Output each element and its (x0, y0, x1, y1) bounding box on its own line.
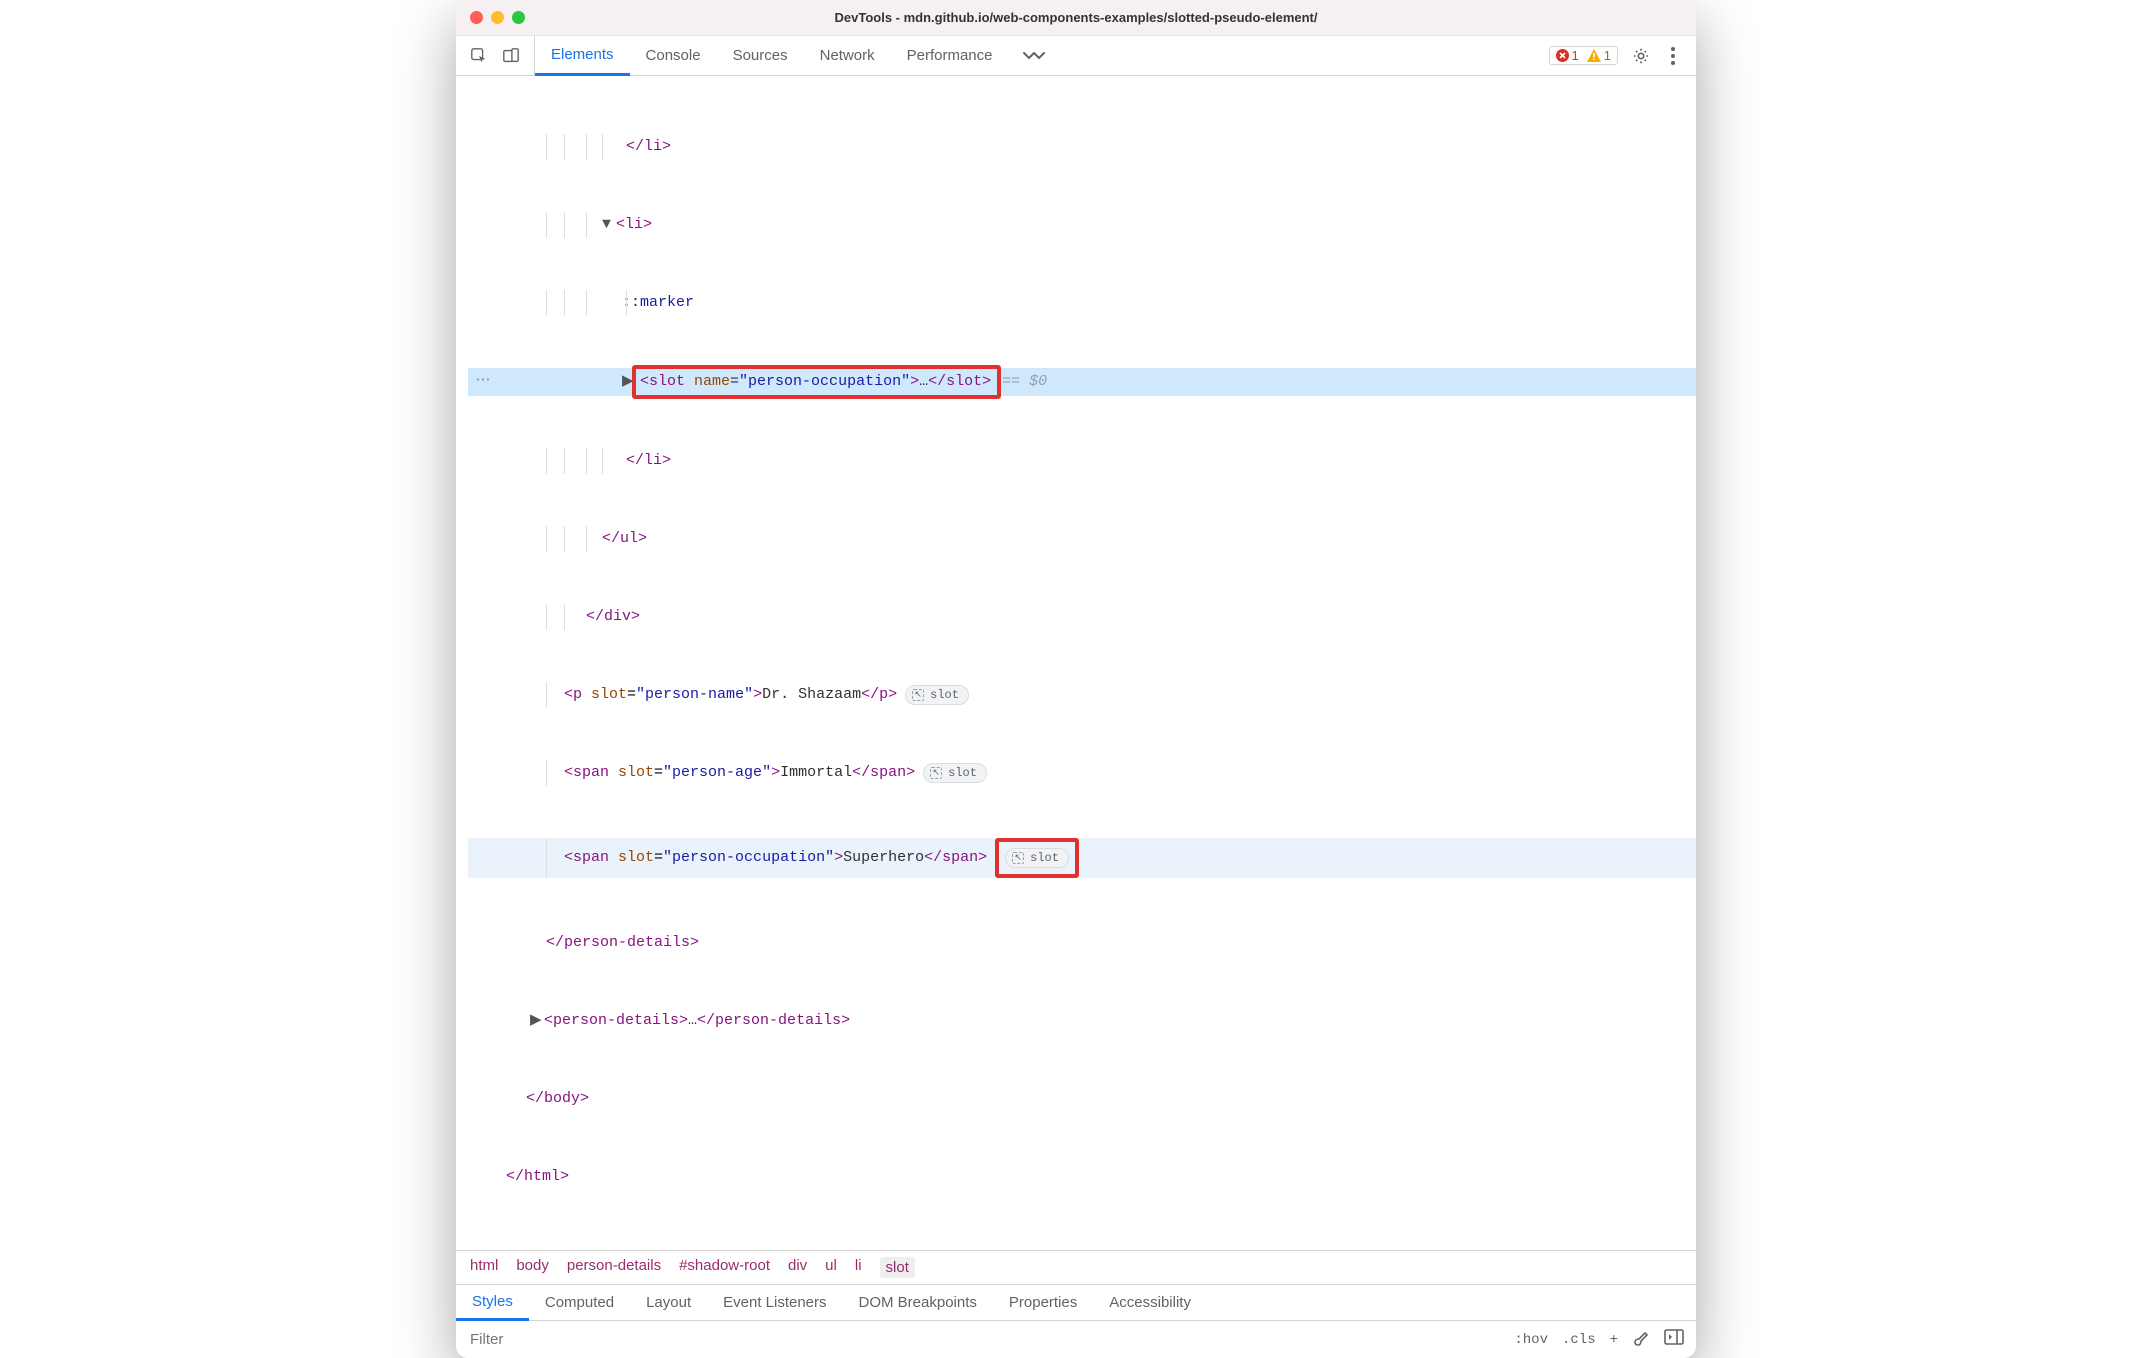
tab-console[interactable]: Console (630, 36, 717, 75)
new-style-rule-plus-icon[interactable]: + (1610, 1332, 1618, 1348)
breadcrumb-item-selected[interactable]: slot (880, 1257, 915, 1278)
dom-selected-line[interactable]: ⋯▶<slot name="person-occupation">…</slot… (468, 368, 1696, 396)
subtab-event-listeners[interactable]: Event Listeners (707, 1286, 842, 1319)
dom-line[interactable]: </div> (468, 604, 1696, 630)
hov-toggle[interactable]: :hov (1514, 1332, 1548, 1348)
error-count: 1 (1572, 48, 1579, 63)
breadcrumb-item[interactable]: ul (825, 1257, 837, 1278)
styles-filter-bar: :hov .cls + (456, 1320, 1696, 1358)
main-toolbar: Elements Console Sources Network Perform… (456, 36, 1696, 76)
minimize-window-button[interactable] (491, 11, 504, 24)
styles-subtabs: Styles Computed Layout Event Listeners D… (456, 1284, 1696, 1320)
devtools-window: DevTools - mdn.github.io/web-components-… (456, 0, 1696, 1358)
breadcrumb: html body person-details #shadow-root di… (456, 1250, 1696, 1284)
tab-network[interactable]: Network (804, 36, 891, 75)
fullscreen-window-button[interactable] (512, 11, 525, 24)
device-toggle-icon[interactable] (502, 47, 520, 65)
breadcrumb-item[interactable]: li (855, 1257, 862, 1278)
toggle-sidebar-icon[interactable] (1664, 1329, 1684, 1350)
breadcrumb-item[interactable]: html (470, 1257, 498, 1278)
dom-line[interactable]: <span slot="person-occupation">Superhero… (468, 838, 1696, 878)
slot-reveal-badge[interactable]: ↖slot (1005, 848, 1069, 868)
dom-line[interactable]: </body> (468, 1086, 1696, 1112)
dom-line[interactable]: </li> (468, 134, 1696, 160)
dom-line[interactable]: ▶<person-details>…</person-details> (468, 1008, 1696, 1034)
slot-reveal-badge[interactable]: ↖slot (905, 685, 969, 705)
breadcrumb-item[interactable]: div (788, 1257, 807, 1278)
issues-chip[interactable]: 1 1 (1549, 46, 1618, 65)
slot-reveal-icon: ↖ (930, 767, 942, 779)
styles-filter-input[interactable] (456, 1321, 1514, 1358)
elements-tree[interactable]: </li> ▼<li> ::marker ⋯▶<slot name="perso… (456, 76, 1696, 1250)
dom-line[interactable]: ::marker (468, 290, 1696, 316)
close-window-button[interactable] (470, 11, 483, 24)
dom-line[interactable]: </html> (468, 1164, 1696, 1190)
dom-line[interactable]: </person-details> (468, 930, 1696, 956)
breadcrumb-item[interactable]: person-details (567, 1257, 661, 1278)
inspect-icon[interactable] (470, 47, 488, 65)
settings-gear-icon[interactable] (1632, 47, 1650, 65)
breadcrumb-item[interactable]: body (516, 1257, 549, 1278)
tab-sources[interactable]: Sources (717, 36, 804, 75)
window-title: DevTools - mdn.github.io/web-components-… (456, 10, 1696, 25)
warning-count: 1 (1604, 48, 1611, 63)
dom-line[interactable]: </ul> (468, 526, 1696, 552)
breadcrumb-item[interactable]: #shadow-root (679, 1257, 770, 1278)
panel-tabs: Elements Console Sources Network Perform… (535, 36, 1009, 75)
tab-performance[interactable]: Performance (891, 36, 1009, 75)
slot-reveal-icon: ↖ (912, 689, 924, 701)
subtab-computed[interactable]: Computed (529, 1286, 630, 1319)
kebab-menu-icon[interactable] (1664, 47, 1682, 65)
subtab-styles[interactable]: Styles (456, 1285, 529, 1321)
subtab-layout[interactable]: Layout (630, 1286, 707, 1319)
dom-line[interactable]: <span slot="person-age">Immortal</span>↖… (468, 760, 1696, 786)
window-controls (470, 11, 525, 24)
paint-brush-icon[interactable] (1632, 1328, 1650, 1351)
gutter-ellipsis-icon[interactable]: ⋯ (468, 368, 498, 394)
dom-line[interactable]: </li> (468, 448, 1696, 474)
tab-elements[interactable]: Elements (535, 36, 630, 76)
more-tabs-chevron-icon[interactable] (1009, 49, 1059, 63)
dom-line[interactable]: ▼<li> (468, 212, 1696, 238)
subtab-accessibility[interactable]: Accessibility (1093, 1286, 1207, 1319)
slot-reveal-icon: ↖ (1012, 852, 1024, 864)
cls-toggle[interactable]: .cls (1562, 1332, 1596, 1348)
subtab-dom-breakpoints[interactable]: DOM Breakpoints (843, 1286, 993, 1319)
titlebar: DevTools - mdn.github.io/web-components-… (456, 0, 1696, 36)
dom-line[interactable]: <p slot="person-name">Dr. Shazaam</p>↖sl… (468, 682, 1696, 708)
subtab-properties[interactable]: Properties (993, 1286, 1093, 1319)
slot-reveal-badge[interactable]: ↖slot (923, 763, 987, 783)
